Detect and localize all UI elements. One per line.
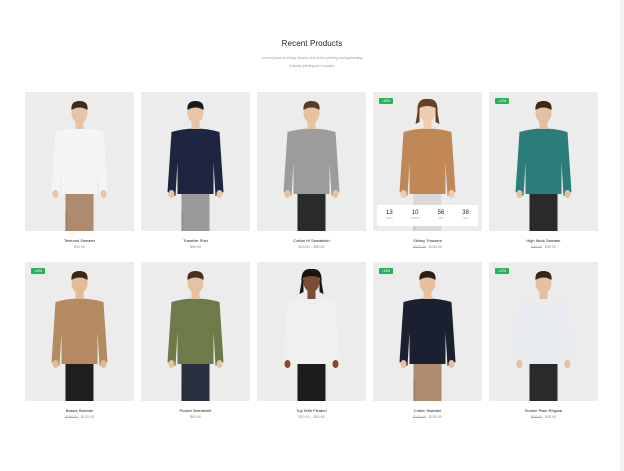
- product-model-image: [283, 268, 340, 401]
- countdown-number: 13: [385, 210, 393, 216]
- product-card[interactable]: Top With Pleated $20.00 – $30.00: [257, 262, 366, 432]
- product-card[interactable]: -12% Texture Plain Regular $68.00 $35.00: [489, 262, 598, 432]
- product-name[interactable]: Cotton Sweater: [373, 408, 482, 413]
- product-image[interactable]: [257, 262, 366, 401]
- product-model-image: [515, 101, 572, 231]
- old-price: $180.00: [413, 415, 426, 419]
- product-image[interactable]: -12%: [489, 262, 598, 401]
- product-image[interactable]: [257, 92, 366, 231]
- countdown-unit: 10 HOURS: [411, 210, 420, 221]
- product-image[interactable]: -15% 13 DAYS 10 HOURS 56 MIN 38 SEC: [373, 92, 482, 231]
- product-model-image: [51, 271, 108, 401]
- product-name[interactable]: Basics Sweater: [25, 408, 134, 413]
- product-image[interactable]: -12%: [489, 92, 598, 231]
- product-card[interactable]: Cotton Hi Sweatshirt $19.00 – $90.00: [257, 92, 366, 262]
- product-price: $180.00 $120.00: [25, 415, 134, 420]
- section-subtitle: Lorem Ipsum is simply dummy text of the …: [261, 56, 363, 68]
- product-model-image: [515, 271, 572, 401]
- current-price: $120.00: [81, 415, 94, 419]
- product-name[interactable]: Skinny Trousers: [373, 238, 482, 243]
- product-model-image: [167, 271, 224, 401]
- product-model-image: [51, 101, 108, 231]
- product-price: $50.00: [141, 245, 250, 250]
- countdown-number: 56: [437, 210, 445, 216]
- product-card[interactable]: -12% High Neck Sweater $48.00 $35.00: [489, 92, 598, 262]
- old-price: $48.00: [531, 245, 542, 249]
- product-name[interactable]: Pocket Sweatshirt: [141, 408, 250, 413]
- countdown-unit: 38 SEC: [462, 210, 469, 221]
- discount-badge: -15%: [379, 98, 394, 104]
- product-model-image: [399, 271, 456, 401]
- product-image[interactable]: [141, 262, 250, 401]
- product-price: $32.00: [25, 245, 134, 250]
- current-price: $50.00: [190, 245, 201, 249]
- product-card[interactable]: -14% Cotton Sweater $180.00 $130.00: [373, 262, 482, 432]
- product-price: $68.00 $35.00: [489, 415, 598, 420]
- countdown-unit: 56 MIN: [438, 210, 445, 221]
- current-price: $19.00 – $90.00: [298, 245, 325, 249]
- current-price: $35.00: [545, 245, 556, 249]
- current-price: $32.00: [74, 245, 85, 249]
- product-name[interactable]: Texture Plain Regular: [489, 408, 598, 413]
- countdown-label: HOURS: [410, 217, 420, 220]
- old-price: $180.00: [65, 415, 78, 419]
- product-name[interactable]: Top With Pleated: [257, 408, 366, 413]
- product-price: $20.00 – $30.00: [257, 415, 366, 420]
- product-name[interactable]: Textured Sweater: [25, 238, 134, 243]
- old-price: $180.00: [413, 245, 426, 249]
- product-price: $48.00 $35.00: [489, 245, 598, 250]
- product-grid: Textured Sweater $32.00 Traveller Shirt $5…: [25, 92, 598, 432]
- product-price: $180.00 $130.00: [373, 245, 482, 250]
- product-name[interactable]: Traveller Shirt: [141, 238, 250, 243]
- countdown-label: DAYS: [386, 217, 393, 220]
- old-price: $68.00: [531, 415, 542, 419]
- countdown-number: 10: [411, 210, 419, 216]
- product-card[interactable]: -14% Basics Sweater $180.00 $120.00: [25, 262, 134, 432]
- product-card[interactable]: Traveller Shirt $50.00: [141, 92, 250, 262]
- product-model-image: [167, 101, 224, 231]
- product-price: $50.00: [141, 415, 250, 420]
- sale-countdown: 13 DAYS 10 HOURS 56 MIN 38 SEC: [377, 205, 478, 226]
- countdown-label: MIN: [438, 217, 444, 220]
- product-image[interactable]: [25, 92, 134, 231]
- current-price: $130.00: [429, 245, 442, 249]
- current-price: $35.00: [545, 415, 556, 419]
- product-card[interactable]: -15% 13 DAYS 10 HOURS 56 MIN 38 SEC Skinny Trouse…: [373, 92, 482, 262]
- section-title: Recent Products: [281, 39, 343, 48]
- product-name[interactable]: Cotton Hi Sweatshirt: [257, 238, 366, 243]
- discount-badge: -14%: [379, 268, 394, 274]
- scrollbar[interactable]: [620, 0, 624, 471]
- product-image[interactable]: -14%: [25, 262, 134, 401]
- product-image[interactable]: -14%: [373, 262, 482, 401]
- product-card[interactable]: Textured Sweater $32.00: [25, 92, 134, 262]
- product-price: $19.00 – $90.00: [257, 245, 366, 250]
- current-price: $130.00: [429, 415, 442, 419]
- countdown-label: SEC: [463, 217, 469, 220]
- current-price: $20.00 – $30.00: [298, 415, 325, 419]
- product-card[interactable]: Pocket Sweatshirt $50.00: [141, 262, 250, 432]
- countdown-unit: 13 DAYS: [386, 210, 393, 221]
- product-model-image: [283, 101, 340, 231]
- discount-badge: -14%: [31, 268, 46, 274]
- product-price: $180.00 $130.00: [373, 415, 482, 420]
- product-image[interactable]: [141, 92, 250, 231]
- discount-badge: -12%: [495, 268, 510, 274]
- product-name[interactable]: High Neck Sweater: [489, 238, 598, 243]
- current-price: $50.00: [190, 415, 201, 419]
- discount-badge: -12%: [495, 98, 510, 104]
- countdown-number: 38: [462, 210, 469, 216]
